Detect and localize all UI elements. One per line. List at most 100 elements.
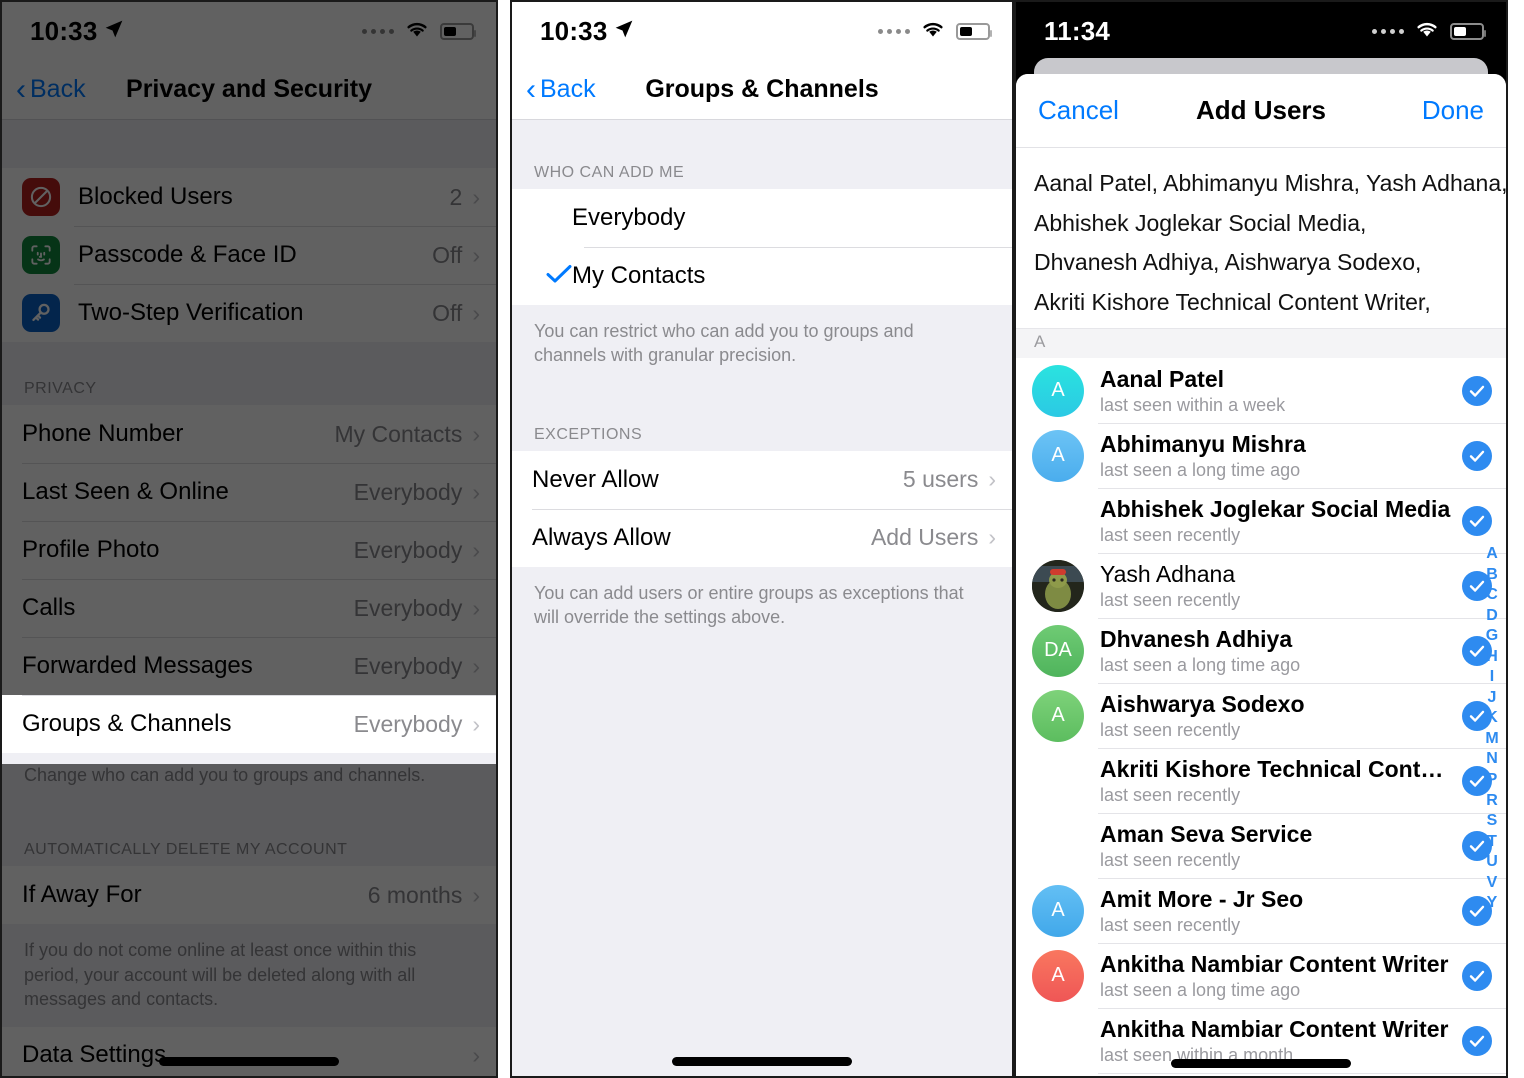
list-item[interactable]: Yash Adhana last seen recently xyxy=(1016,553,1506,619)
index-letter[interactable]: B xyxy=(1486,565,1498,586)
status-time: 11:34 xyxy=(1044,15,1111,46)
index-letter[interactable]: Y xyxy=(1487,893,1498,914)
panel-separator xyxy=(498,0,510,1078)
avatar: A xyxy=(1032,689,1084,742)
index-letter[interactable]: C xyxy=(1486,585,1498,606)
list-item[interactable]: A Akriti Kishore Technical Conten... las… xyxy=(1016,748,1506,814)
alphabet-index[interactable]: A B C D G H I J K M N P R S T U V Y xyxy=(1481,544,1503,914)
option-everybody[interactable]: Everybody xyxy=(512,189,1012,247)
who-can-add-me-footer: You can restrict who can add you to grou… xyxy=(512,305,1012,384)
index-letter[interactable]: U xyxy=(1486,852,1498,873)
selected-check-icon[interactable] xyxy=(1462,440,1492,471)
index-letter[interactable]: G xyxy=(1486,626,1498,647)
index-letter[interactable]: I xyxy=(1490,667,1494,688)
row-label: Profile Photo xyxy=(22,536,160,563)
sidebar-item-if-away-for[interactable]: If Away For 6 months › xyxy=(2,866,496,925)
list-item[interactable]: A Aman Seva Service last seen recently xyxy=(1016,813,1506,879)
sidebar-item-calls[interactable]: Calls Everybody › xyxy=(2,579,496,637)
sidebar-item-groups-and-channels[interactable]: Groups & Channels Everybody › xyxy=(2,695,496,753)
option-label: Everybody xyxy=(572,204,686,231)
row-label: Passcode & Face ID xyxy=(78,241,297,268)
contact-status: last seen a long time ago xyxy=(1100,654,1301,675)
wifi-icon xyxy=(1414,19,1440,43)
chevron-right-icon: › xyxy=(472,1041,480,1068)
list-item[interactable]: A Aishwarya Sodexo last seen recently xyxy=(1016,683,1506,749)
row-value: Off xyxy=(432,241,463,268)
selected-check-icon[interactable] xyxy=(1462,1025,1492,1056)
row-label: Phone Number xyxy=(22,420,184,447)
row-value: Everybody xyxy=(353,536,463,563)
chevron-right-icon: › xyxy=(472,881,480,908)
contact-status: last seen recently xyxy=(1100,719,1241,740)
add-users-sheet: Cancel Add Users Done Aanal Patel, Abhim… xyxy=(1016,74,1506,1076)
selected-check-icon[interactable] xyxy=(1462,960,1492,991)
index-letter[interactable]: D xyxy=(1486,606,1498,627)
sidebar-item-last-seen-online[interactable]: Last Seen & Online Everybody › xyxy=(2,463,496,521)
index-letter[interactable]: V xyxy=(1487,873,1498,894)
row-label: Data Settings xyxy=(22,1041,167,1069)
sidebar-item-passcode-face-id[interactable]: Passcode & Face ID Off › xyxy=(2,226,496,284)
index-letter[interactable]: K xyxy=(1486,708,1498,729)
sidebar-item-blocked-users[interactable]: Blocked Users 2 › xyxy=(2,168,496,226)
index-letter[interactable]: S xyxy=(1487,811,1498,832)
back-button[interactable]: ‹ Back xyxy=(2,72,86,106)
done-button[interactable]: Done xyxy=(1422,95,1484,126)
cancel-button[interactable]: Cancel xyxy=(1038,95,1119,126)
avatar: DA xyxy=(1032,624,1084,677)
index-letter[interactable]: P xyxy=(1487,770,1498,791)
selected-check-icon[interactable] xyxy=(1462,375,1492,406)
location-arrow-icon xyxy=(104,19,124,44)
contact-status: last seen recently xyxy=(1100,784,1241,805)
list-item[interactable]: A Apurva Singh Content Writer xyxy=(1016,1073,1506,1076)
index-letter[interactable]: T xyxy=(1487,832,1497,853)
sidebar-item-profile-photo[interactable]: Profile Photo Everybody › xyxy=(2,521,496,579)
list-item[interactable]: A Amit More - Jr Seo last seen recently xyxy=(1016,878,1506,944)
back-button[interactable]: ‹ Back xyxy=(512,74,596,105)
sidebar-item-forwarded-messages[interactable]: Forwarded Messages Everybody › xyxy=(2,637,496,695)
row-label: Always Allow xyxy=(532,523,671,551)
index-letter[interactable]: J xyxy=(1488,688,1497,709)
panel-privacy-and-security: 10:33 ‹ Back Privacy and Security Blocke… xyxy=(0,0,498,1078)
sidebar-item-data-settings[interactable]: Data Settings › xyxy=(2,1027,496,1076)
row-always-allow[interactable]: Always Allow Add Users › xyxy=(512,508,1012,567)
privacy-section-header: PRIVACY xyxy=(2,342,496,405)
signal-dots-icon xyxy=(1372,28,1404,34)
list-item[interactable]: A Ankitha Nambiar Content Writer last se… xyxy=(1016,943,1506,1009)
contact-name: Abhishek Joglekar Social Media xyxy=(1100,495,1451,522)
three-panel-screenshot: 10:33 ‹ Back Privacy and Security Blocke… xyxy=(0,0,1524,1078)
list-item[interactable]: DA Dhvanesh Adhiya last seen a long time… xyxy=(1016,618,1506,684)
index-letter[interactable]: R xyxy=(1486,791,1498,812)
section-spacer xyxy=(512,120,1012,152)
option-my-contacts[interactable]: My Contacts xyxy=(512,247,1012,305)
contact-name: Ankitha Nambiar Content Writer xyxy=(1100,1015,1449,1042)
index-letter[interactable]: A xyxy=(1486,544,1498,565)
row-value: 5 users xyxy=(902,466,979,493)
chevron-right-icon: › xyxy=(988,466,996,493)
list-item[interactable]: A Abhimanyu Mishra last seen a long time… xyxy=(1016,423,1506,489)
chevron-left-icon: ‹ xyxy=(16,72,26,106)
wifi-icon xyxy=(920,19,946,43)
row-value: Everybody xyxy=(353,478,463,505)
selected-check-icon[interactable] xyxy=(1462,505,1492,536)
row-value: Everybody xyxy=(353,652,463,679)
index-letter[interactable]: M xyxy=(1485,729,1498,750)
selected-users-field[interactable]: Aanal Patel, Abhimanyu Mishra, Yash Adha… xyxy=(1016,148,1506,329)
index-letter[interactable]: N xyxy=(1486,749,1498,770)
list-item[interactable]: A Abhishek Joglekar Social Media last se… xyxy=(1016,488,1506,554)
row-label: If Away For xyxy=(22,881,142,909)
navigation-bar: ‹ Back Privacy and Security xyxy=(2,60,496,120)
list-item[interactable]: A Aanal Patel last seen within a week xyxy=(1016,358,1506,424)
row-value: Everybody xyxy=(353,594,463,621)
who-can-add-me-header: WHO CAN ADD ME xyxy=(512,152,1012,189)
row-label: Never Allow xyxy=(532,465,659,493)
back-label: Back xyxy=(30,75,86,103)
sidebar-item-two-step-verification[interactable]: Two-Step Verification Off › xyxy=(2,284,496,342)
index-letter[interactable]: H xyxy=(1486,647,1498,668)
section-letter-header: A xyxy=(1016,328,1506,359)
chevron-right-icon: › xyxy=(472,652,480,679)
sidebar-item-phone-number[interactable]: Phone Number My Contacts › xyxy=(2,405,496,463)
avatar: A xyxy=(1032,949,1084,1002)
navigation-bar: ‹ Back Groups & Channels xyxy=(512,60,1012,120)
contact-name: Ankitha Nambiar Content Writer xyxy=(1100,950,1449,977)
row-never-allow[interactable]: Never Allow 5 users › xyxy=(512,450,1012,509)
